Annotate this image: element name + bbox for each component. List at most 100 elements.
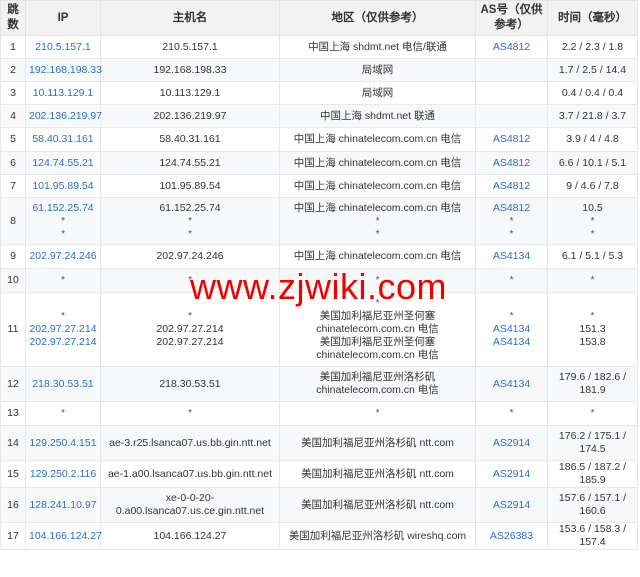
table-row: 5 58.40.31.161 58.40.31.161 中国上海 chinatelec… — [0, 127, 638, 152]
as-link[interactable]: AS4134 — [479, 336, 544, 349]
host-cell: 124.74.55.21 — [100, 151, 280, 175]
region-cell: 中国上海 shdmt.net 联通 — [279, 104, 476, 128]
host-cell: 101.95.89.54 — [100, 174, 280, 198]
region-cell: 中国上海 shdmt.net 电信/联通 — [279, 35, 476, 59]
region-text: 美国加利福尼亚州洛杉矶 — [319, 371, 436, 383]
as-cell — [475, 58, 548, 82]
timeout-star: * — [375, 214, 380, 227]
timeout-star: * — [509, 310, 514, 322]
region-text: 美国加利福尼亚州圣何塞 — [319, 336, 436, 348]
watermark-text: www.zjwiki.com — [190, 266, 448, 307]
ip-link[interactable]: 202.97.27.214 — [29, 336, 97, 349]
timeout-star: * — [509, 274, 514, 286]
host-text: ae-1.a00.lsanca07.us.bb.gin.ntt.net — [107, 467, 273, 480]
host-text: 218.30.53.51 — [159, 377, 221, 390]
ip-cell: 58.40.31.161 — [25, 127, 101, 152]
time-text: 153.8 — [579, 336, 606, 348]
timeout-star: * — [60, 214, 66, 227]
time-cell: * 151.3 153.8 — [547, 292, 638, 367]
table-row: 14 129.250.4.151 ae-3.r25.lsanca07.us.bb.g… — [0, 425, 638, 461]
timeout-star: * — [187, 310, 193, 322]
region-cell: 中国上海 chinatelecom.com.cn 电信 * * — [279, 197, 476, 245]
ip-link[interactable]: 101.95.89.54 — [29, 180, 97, 193]
time-text: 10.5 — [582, 201, 603, 214]
time-cell: 1.7 / 2.5 / 14.4 — [547, 58, 638, 82]
ip-cell: 128.241.10.97 — [25, 487, 101, 523]
ip-link[interactable]: 192.168.198.33 — [29, 64, 102, 77]
timeout-star: * — [187, 227, 193, 240]
as-link[interactable]: AS2914 — [479, 468, 544, 481]
ip-link[interactable]: 104.166.124.27 — [29, 530, 102, 543]
hop-cell: 11 — [0, 292, 26, 367]
ip-cell: * — [25, 268, 101, 293]
as-cell: AS4134 — [475, 244, 548, 269]
ip-link[interactable]: 202.97.27.214 — [29, 323, 97, 336]
ip-link[interactable]: 218.30.53.51 — [29, 378, 97, 391]
hop-cell: 17 — [0, 522, 26, 550]
ip-cell: * 202.97.27.214 202.97.27.214 — [25, 292, 101, 367]
as-link[interactable]: AS2914 — [479, 499, 544, 512]
ip-cell: 61.152.25.74 * * — [25, 197, 101, 245]
as-cell: AS4812 — [475, 127, 548, 152]
ip-link[interactable]: 129.250.4.151 — [29, 437, 97, 450]
time-text: 2.2 / 2.3 / 1.8 — [561, 40, 624, 53]
as-cell: AS4134 — [475, 366, 548, 402]
hop-cell: 12 — [0, 366, 26, 402]
as-link[interactable]: AS4134 — [479, 250, 544, 263]
as-link[interactable]: AS26383 — [479, 530, 544, 543]
timeout-star: * — [590, 274, 595, 286]
as-link[interactable]: AS4812 — [479, 133, 544, 146]
host-text: 0.a00.lsanca07.us.ce.gin.ntt.net — [115, 505, 265, 517]
host-text: 202.97.27.214 — [156, 323, 224, 335]
region-text: 中国上海 chinatelecom.com.cn 电信 — [293, 201, 462, 214]
as-link[interactable]: AS4134 — [479, 323, 544, 336]
ip-link[interactable]: 202.136.219.97 — [29, 110, 102, 123]
host-cell: ae-3.r25.lsanca07.us.bb.gin.ntt.net — [100, 425, 280, 461]
time-cell: 3.7 / 21.8 / 3.7 — [547, 104, 638, 128]
timeout-star: * — [60, 274, 66, 286]
time-cell: 6.1 / 5.1 / 5.3 — [547, 244, 638, 269]
as-cell: * AS4134 AS4134 — [475, 292, 548, 367]
ip-link[interactable]: 10.113.129.1 — [29, 87, 97, 100]
as-cell: AS2914 — [475, 460, 548, 488]
table-row: 7 101.95.89.54 101.95.89.54 中国上海 chinatelec… — [0, 174, 638, 198]
as-cell: AS4812 — [475, 151, 548, 175]
ip-link[interactable]: 124.74.55.21 — [29, 157, 97, 170]
as-link[interactable]: AS2914 — [479, 437, 544, 450]
hop-cell: 4 — [0, 104, 26, 128]
as-link[interactable]: AS4812 — [479, 180, 544, 193]
as-cell: * — [475, 268, 548, 293]
hop-cell: 8 — [0, 197, 26, 245]
header-region: 地区（仅供参考） — [279, 0, 476, 36]
ip-link[interactable]: 61.152.25.74 — [29, 202, 97, 215]
as-link[interactable]: AS4812 — [479, 41, 544, 54]
as-cell: AS4812 * * — [475, 197, 548, 245]
table-row: 12 218.30.53.51 218.30.53.51 美国加利福尼亚州洛杉矶 chi… — [0, 366, 638, 402]
as-cell: AS26383 — [475, 522, 548, 550]
header-ip: IP — [25, 0, 101, 36]
table-row: 4 202.136.219.97 202.136.219.97 中国上海 shdmt.… — [0, 104, 638, 128]
time-text: 0.4 / 0.4 / 0.4 — [561, 86, 624, 99]
host-text: 61.152.25.74 — [159, 201, 221, 214]
as-cell: AS2914 — [475, 425, 548, 461]
region-cell: 中国上海 chinatelecom.com.cn 电信 — [279, 174, 476, 198]
hop-cell: 5 — [0, 127, 26, 152]
as-link[interactable]: AS4134 — [479, 378, 544, 391]
ip-link[interactable]: 129.250.2.116 — [29, 468, 97, 481]
ip-link[interactable]: 128.241.10.97 — [29, 499, 97, 512]
time-cell: 157.6 / 157.1 /160.6 — [547, 487, 638, 523]
host-cell: xe-0-0-20- 0.a00.lsanca07.us.ce.gin.ntt.n… — [100, 487, 280, 523]
ip-link[interactable]: 202.97.24.246 — [29, 250, 97, 263]
timeout-star: * — [375, 227, 380, 240]
as-cell: AS4812 — [475, 35, 548, 59]
as-link[interactable]: AS4812 — [479, 157, 544, 170]
host-cell: 210.5.157.1 — [100, 35, 280, 59]
as-link[interactable]: AS4812 — [479, 202, 544, 215]
ip-link[interactable]: 210.5.157.1 — [29, 41, 97, 54]
ip-link[interactable]: 58.40.31.161 — [29, 133, 97, 146]
timeout-star: * — [60, 310, 66, 322]
host-text: 202.97.24.246 — [156, 250, 224, 262]
time-text: 151.3 — [579, 323, 606, 335]
timeout-star: * — [187, 214, 193, 227]
table-row: 3 10.113.129.1 10.113.129.1 局域网 0.4 / 0.4 / … — [0, 81, 638, 105]
